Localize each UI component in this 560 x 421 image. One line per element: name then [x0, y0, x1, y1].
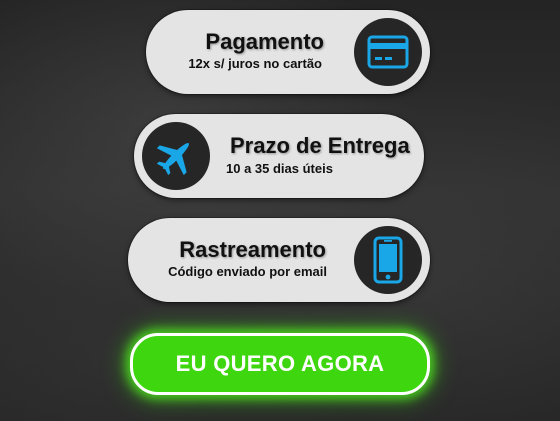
payment-icon-circle — [354, 18, 422, 86]
tracking-icon-circle — [354, 226, 422, 294]
credit-card-icon — [367, 35, 409, 69]
delivery-title: Prazo de Entrega — [230, 133, 410, 158]
payment-title: Pagamento — [205, 29, 324, 54]
payment-subtitle: 12x s/ juros no cartão — [188, 56, 322, 71]
smartphone-icon — [373, 236, 403, 284]
delivery-icon-circle — [142, 122, 210, 190]
buy-now-button[interactable]: EU QUERO AGORA — [130, 333, 430, 395]
tracking-card: Rastreamento Código enviado por email — [128, 218, 430, 302]
delivery-subtitle: 10 a 35 dias úteis — [226, 161, 333, 176]
tracking-subtitle: Código enviado por email — [168, 264, 327, 279]
payment-info-card: Pagamento 12x s/ juros no cartão — [146, 10, 430, 94]
delivery-time-card: Prazo de Entrega 10 a 35 dias úteis — [134, 114, 424, 198]
airplane-icon — [156, 143, 189, 176]
tracking-title: Rastreamento — [179, 237, 326, 262]
